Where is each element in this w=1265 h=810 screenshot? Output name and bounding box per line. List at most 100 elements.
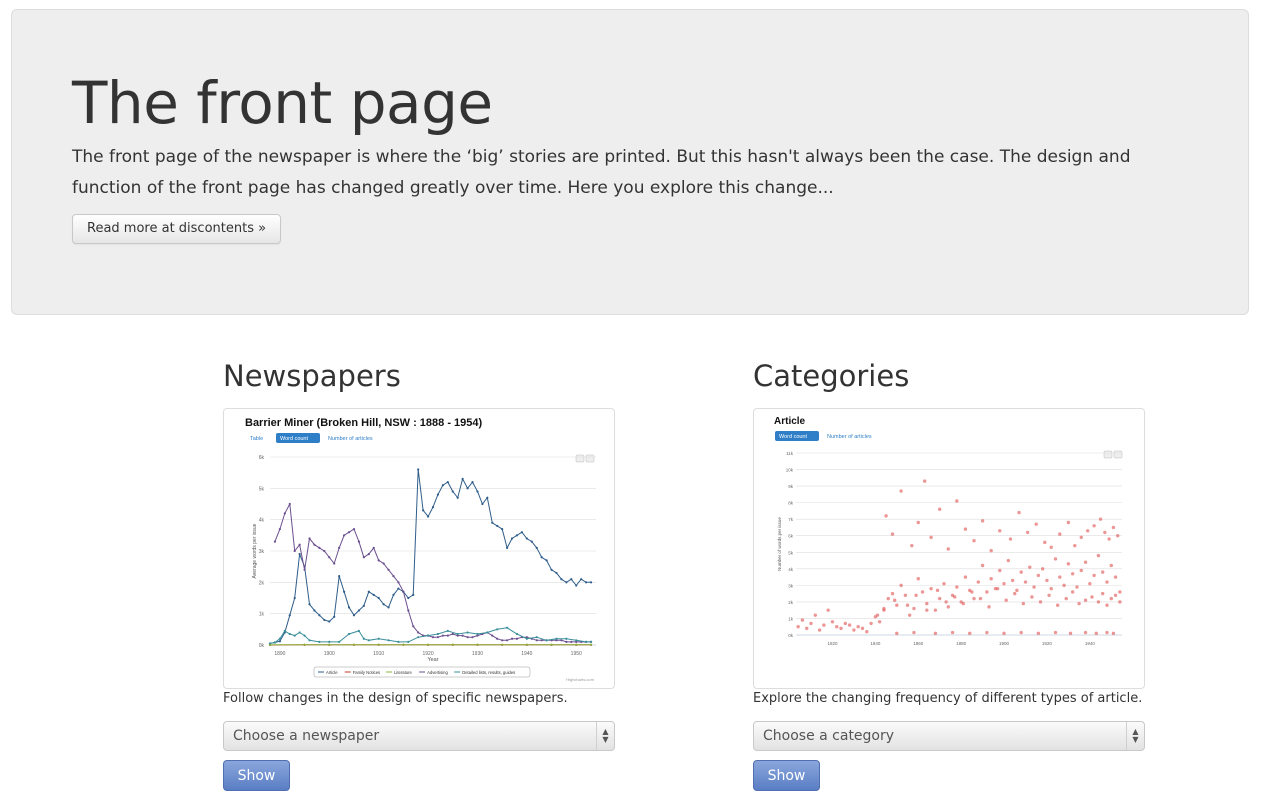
data-point bbox=[835, 625, 839, 629]
data-point bbox=[268, 642, 272, 645]
data-point bbox=[585, 640, 588, 643]
data-point bbox=[515, 632, 519, 636]
data-point bbox=[916, 577, 920, 581]
data-point bbox=[565, 640, 568, 643]
read-more-button[interactable]: Read more at discontents » bbox=[72, 214, 282, 244]
data-point bbox=[933, 631, 938, 636]
newspaper-select[interactable]: Choose a newspaper ▲ ▼ bbox=[223, 721, 615, 751]
data-point bbox=[313, 543, 316, 546]
newspaper-select-value: Choose a newspaper bbox=[233, 728, 380, 744]
data-point bbox=[1075, 585, 1079, 589]
data-point bbox=[1079, 568, 1083, 573]
show-newspaper-button[interactable]: Show bbox=[223, 760, 290, 791]
category-select[interactable]: Choose a category ▲ ▼ bbox=[753, 721, 1145, 751]
data-point bbox=[1090, 595, 1094, 599]
data-point bbox=[451, 643, 454, 646]
x-tick-label: 1890 bbox=[274, 651, 285, 657]
data-point bbox=[496, 628, 499, 631]
data-point bbox=[446, 480, 449, 484]
data-point bbox=[1013, 591, 1017, 596]
data-point bbox=[550, 643, 553, 646]
data-point bbox=[1043, 540, 1047, 545]
y-tick-label: 4k bbox=[788, 567, 794, 572]
data-point bbox=[1111, 631, 1116, 636]
data-point bbox=[1085, 529, 1090, 533]
data-point bbox=[937, 507, 942, 511]
data-point bbox=[392, 574, 395, 578]
data-point bbox=[899, 489, 903, 493]
y-tick-label: 6k bbox=[259, 455, 265, 461]
data-point bbox=[886, 596, 890, 601]
data-point bbox=[288, 632, 291, 636]
data-point bbox=[1066, 562, 1071, 566]
data-point bbox=[535, 636, 538, 639]
data-point bbox=[318, 546, 321, 549]
data-point bbox=[338, 640, 341, 643]
data-point bbox=[318, 640, 321, 643]
download-icon bbox=[585, 454, 595, 463]
data-point bbox=[813, 613, 818, 617]
data-point bbox=[1103, 530, 1107, 535]
data-point bbox=[456, 632, 459, 636]
category-select-value: Choose a category bbox=[763, 728, 895, 744]
chart-title: Article bbox=[774, 416, 806, 427]
data-point bbox=[397, 581, 400, 584]
data-point bbox=[407, 609, 410, 612]
data-point bbox=[865, 629, 869, 634]
newspapers-heading: Newspapers bbox=[223, 359, 401, 393]
x-tick-label: 1900 bbox=[324, 651, 335, 657]
data-point bbox=[869, 621, 873, 626]
data-point bbox=[352, 614, 356, 617]
data-point bbox=[1017, 510, 1021, 515]
data-point bbox=[362, 556, 365, 559]
print-icon bbox=[1103, 450, 1113, 459]
data-point bbox=[998, 568, 1002, 573]
data-point bbox=[476, 643, 479, 646]
newspapers-chart-thumbnail[interactable]: Barrier Miner (Broken Hill, NSW : 1888 -… bbox=[223, 408, 615, 689]
data-point bbox=[1092, 524, 1096, 528]
page-title: The front page bbox=[72, 69, 493, 137]
data-point bbox=[905, 603, 910, 607]
data-point bbox=[283, 512, 286, 515]
data-point bbox=[342, 590, 346, 593]
x-tick-label: 1940 bbox=[521, 651, 532, 657]
data-point bbox=[436, 632, 440, 636]
data-point bbox=[907, 613, 912, 617]
y-tick-label: 0k bbox=[259, 643, 265, 649]
data-point bbox=[397, 640, 400, 643]
data-point bbox=[1062, 583, 1066, 588]
data-point bbox=[1100, 570, 1105, 574]
data-point bbox=[1094, 631, 1098, 636]
view-button-label: Word count bbox=[779, 434, 807, 440]
categories-chart-thumbnail[interactable]: Article Word count Number of articles 0k 1k 2… bbox=[753, 408, 1145, 689]
data-point bbox=[338, 546, 341, 549]
show-category-button[interactable]: Show bbox=[753, 760, 820, 791]
select-arrows-icon: ▲ ▼ bbox=[596, 722, 614, 750]
data-point bbox=[412, 593, 415, 596]
data-point bbox=[550, 568, 553, 571]
data-point bbox=[970, 590, 974, 594]
data-point bbox=[501, 527, 504, 531]
data-point bbox=[565, 581, 568, 584]
data-point bbox=[920, 590, 925, 594]
print-icon bbox=[575, 454, 585, 463]
data-point bbox=[1032, 585, 1036, 589]
data-point bbox=[955, 585, 959, 589]
newspapers-section: Newspapers Barrier Miner (Broken Hill, N… bbox=[223, 356, 615, 791]
data-point bbox=[1088, 582, 1092, 586]
data-point bbox=[476, 632, 479, 636]
view-button-label: Table bbox=[250, 436, 263, 442]
data-point bbox=[535, 546, 538, 549]
data-point bbox=[980, 563, 985, 568]
data-point bbox=[1096, 553, 1101, 558]
data-point bbox=[933, 608, 938, 612]
data-point bbox=[323, 618, 326, 622]
data-point bbox=[944, 600, 948, 604]
data-point bbox=[347, 531, 351, 534]
data-point bbox=[328, 556, 331, 559]
data-point bbox=[856, 625, 860, 629]
data-point bbox=[525, 637, 528, 640]
data-point bbox=[535, 639, 538, 642]
data-point bbox=[1058, 532, 1062, 536]
data-point bbox=[387, 606, 390, 609]
